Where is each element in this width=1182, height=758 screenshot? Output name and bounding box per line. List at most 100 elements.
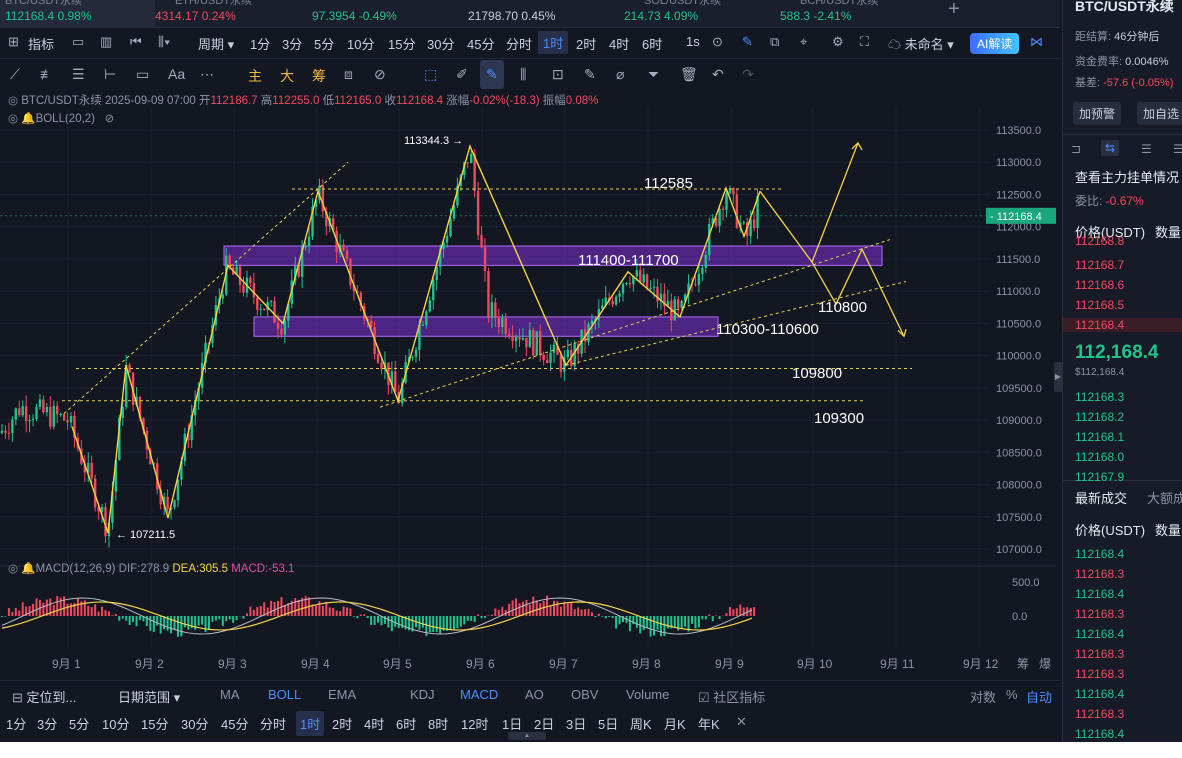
bottom-tf-8[interactable]: 1时 <box>296 711 325 736</box>
indicator-volume[interactable]: Volume <box>626 687 669 702</box>
tf-0[interactable]: 1分 <box>250 34 270 53</box>
community-indicator-button[interactable]: ☑ 社区指标 <box>698 687 765 706</box>
add-alert-button[interactable]: 加预警 <box>1073 102 1122 125</box>
ticker-tab[interactable]: ETH/USDT永续 4314.17 0.24% <box>155 0 310 27</box>
horizontal-line-icon[interactable]: ⊢ <box>104 66 116 83</box>
percent-scale-button[interactable]: % <box>1006 687 1018 702</box>
ask-row[interactable]: 112168.7 <box>1075 258 1124 272</box>
bottom-tf-13[interactable]: 12时 <box>461 714 488 733</box>
add-ticker-icon[interactable]: + <box>948 0 960 21</box>
bottom-tf-2[interactable]: 5分 <box>69 714 89 733</box>
camera-icon[interactable]: ⊙ <box>712 34 723 50</box>
tf-8[interactable]: 1时 <box>538 31 569 54</box>
orders-title[interactable]: 查看主力挂单情况 <box>1075 167 1179 186</box>
auto-scale-button[interactable]: 自动 <box>1026 687 1052 706</box>
bottom-tf-0[interactable]: 1分 <box>6 714 26 733</box>
compare-icon[interactable]: ⧈ <box>344 66 353 83</box>
tf-11[interactable]: 6时 <box>642 34 662 53</box>
brush-icon[interactable]: ✐ <box>456 66 468 83</box>
lock-icon[interactable]: ⊡ <box>552 66 564 83</box>
tf-6[interactable]: 45分 <box>467 34 494 53</box>
bottom-tf-11[interactable]: 6时 <box>396 714 416 733</box>
indicator-ao[interactable]: AO <box>525 687 544 702</box>
popout-icon[interactable]: ⧉ <box>770 34 779 50</box>
orderbook-layout-icon[interactable]: ⊐ <box>1071 142 1081 156</box>
indicator-kdj[interactable]: KDJ <box>410 687 435 702</box>
calc-icon[interactable]: ⊘ <box>374 66 386 83</box>
highlighter-icon[interactable]: ✎ <box>480 60 504 89</box>
bottom-tf-9[interactable]: 2时 <box>332 714 352 733</box>
horizontal-lines-icon[interactable]: ☰ <box>72 66 85 83</box>
calendar-icon[interactable]: ▭ <box>72 34 84 50</box>
indicator-ema[interactable]: EMA <box>328 687 356 702</box>
bottom-tf-17[interactable]: 5日 <box>598 714 618 733</box>
bottom-tf-4[interactable]: 15分 <box>141 714 168 733</box>
orderbook-asks-icon[interactable]: ☰ <box>1141 142 1152 156</box>
period-button[interactable]: 周期 ▾ <box>198 34 234 53</box>
bid-row[interactable]: 112168.1 <box>1075 430 1124 444</box>
cursor-icon[interactable]: ⌖ <box>800 34 807 50</box>
bid-row[interactable]: 112167.9 <box>1075 470 1124 484</box>
redo-icon[interactable]: ↷ <box>742 66 754 83</box>
ask-row[interactable]: 112168.4 <box>1063 318 1182 332</box>
panel-collapse-handle[interactable]: ▶ <box>1054 362 1062 392</box>
pen-icon[interactable]: ✎ <box>742 34 753 50</box>
ask-row[interactable]: 112168.8 <box>1075 234 1124 248</box>
candle-type-icon[interactable]: ⫼▾ <box>158 34 170 50</box>
select-icon[interactable]: ⬚ <box>424 66 437 83</box>
ticker-tab[interactable]: 97.3954 -0.49% <box>312 0 467 27</box>
bottom-tf-1[interactable]: 3分 <box>37 714 57 733</box>
trendline-icon[interactable]: ⟋ <box>10 66 20 83</box>
undo-icon[interactable]: ↶ <box>712 66 724 83</box>
ask-row[interactable]: 112168.5 <box>1075 298 1124 312</box>
tab-latest-trades[interactable]: 最新成交 <box>1075 488 1127 507</box>
bottom-tf-20[interactable]: 年K <box>698 714 720 733</box>
big-order-button[interactable]: 大 <box>280 66 294 86</box>
bottom-tf-5[interactable]: 30分 <box>181 714 208 733</box>
log-scale-button[interactable]: 对数 <box>970 687 996 706</box>
bottom-tf-7[interactable]: 分时 <box>260 714 286 733</box>
bottom-tf-6[interactable]: 45分 <box>221 714 248 733</box>
tf-7[interactable]: 分时 <box>506 34 532 53</box>
chip-button[interactable]: 筹 <box>312 66 326 86</box>
ticker-tab[interactable]: BCH/USDT永续 588.3 -2.41% <box>780 0 935 27</box>
bid-row[interactable]: 112168.2 <box>1075 410 1124 424</box>
tf-3[interactable]: 10分 <box>347 34 374 53</box>
rectangle-icon[interactable]: ▭ <box>136 66 149 83</box>
bid-row[interactable]: 112168.3 <box>1075 390 1124 404</box>
filter-icon[interactable]: ⏷ <box>648 66 659 83</box>
fullscreen-icon[interactable]: ⛶ <box>860 34 869 50</box>
bottom-tf-15[interactable]: 2日 <box>534 714 554 733</box>
ask-row[interactable]: 112168.6 <box>1075 278 1124 292</box>
resize-handle[interactable]: ▲ <box>508 732 546 740</box>
bottom-tf-14[interactable]: 1日 <box>502 714 522 733</box>
parallel-channel-icon[interactable]: ≢ <box>40 66 54 82</box>
ticker-tab[interactable]: 21798.70 0.45% <box>468 0 623 27</box>
bottom-tf-18[interactable]: 周K <box>630 714 652 733</box>
settings-icon[interactable]: ⚙ <box>832 34 844 50</box>
cloud-layout-button[interactable]: ☁ 未命名 ▾ <box>888 34 954 53</box>
tf-10[interactable]: 4时 <box>609 34 629 53</box>
tf-4[interactable]: 15分 <box>388 34 415 53</box>
ticker-tab[interactable]: BTC/USDT永续 112168.4 0.98% <box>0 0 155 27</box>
main-force-button[interactable]: 主 <box>248 66 262 86</box>
share-icon[interactable]: ⋈ <box>1030 34 1043 50</box>
indicator-icon[interactable]: ⊞ <box>8 34 19 50</box>
indicator-macd[interactable]: MACD <box>460 687 498 702</box>
indicator-obv[interactable]: OBV <box>571 687 598 702</box>
rewind-icon[interactable]: ⏮ <box>130 34 142 50</box>
date-range-button[interactable]: 日期范围 ▾ <box>118 687 180 706</box>
trash-icon[interactable]: 🗑 <box>680 66 698 83</box>
bottom-tf-16[interactable]: 3日 <box>566 714 586 733</box>
text-tool[interactable]: Aa <box>168 66 185 82</box>
tf-2[interactable]: 5分 <box>314 34 334 53</box>
layout-icon[interactable]: ▥ <box>100 34 112 50</box>
tf-9[interactable]: 2时 <box>576 34 596 53</box>
bottom-tf-19[interactable]: 月K <box>664 714 686 733</box>
tf-1[interactable]: 3分 <box>282 34 302 53</box>
notes-icon[interactable]: ✎ <box>584 66 596 83</box>
price-chart[interactable]: 113500.0113000.0112500.0112000.0111500.0… <box>0 88 1060 680</box>
candles-icon[interactable]: ⫼ <box>520 66 526 83</box>
bid-row[interactable]: 112168.0 <box>1075 450 1124 464</box>
ticker-tab[interactable]: SOL/USDT永续 214.73 4.09% <box>624 0 779 27</box>
